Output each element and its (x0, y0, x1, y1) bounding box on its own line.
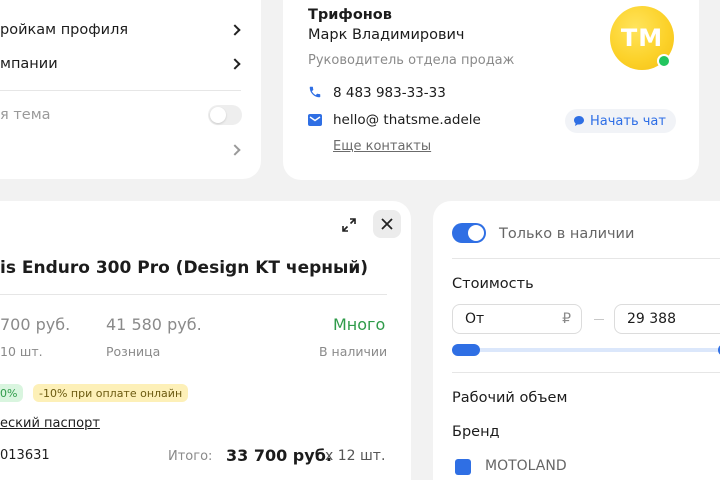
chevron-right-icon (229, 24, 241, 36)
min-quantity: 10 шт. (0, 344, 43, 359)
avatar-initials: ТМ (620, 24, 664, 52)
dark-theme-label: я тема (0, 107, 51, 123)
expand-icon[interactable] (342, 218, 356, 232)
settings-item-company[interactable]: мпании (0, 50, 261, 80)
settings-item-label: мпании (0, 56, 58, 72)
stock-label: В наличии (319, 344, 388, 359)
article-number: 013631 (0, 448, 50, 463)
brand-checkbox[interactable] (455, 459, 471, 475)
price-title: Стоимость (452, 276, 534, 292)
wholesale-price: 700 руб. (0, 315, 71, 334)
start-chat-label: Начать чат (590, 113, 666, 129)
close-icon (381, 218, 393, 230)
product-title: is Enduro 300 Pro (Design KT черный) (0, 258, 369, 278)
total-quantity: x 12 шт. (325, 448, 386, 464)
divider (0, 294, 387, 295)
price-from-placeholder: От (465, 311, 485, 327)
price-to-value: 29 388 (627, 311, 676, 327)
product-card: is Enduro 300 Pro (Design KT черный) 700… (0, 201, 411, 480)
discount-badge: 0% (0, 384, 24, 402)
mail-icon (308, 114, 322, 126)
more-contacts-link[interactable]: Еще контакты (333, 139, 431, 154)
close-button[interactable] (373, 210, 401, 238)
divider (452, 372, 720, 373)
chat-bubble-icon (574, 116, 584, 126)
in-stock-toggle[interactable] (452, 223, 486, 243)
start-chat-button[interactable]: Начать чат (565, 109, 676, 133)
settings-card: ройкам профиля мпании я тема (0, 0, 261, 179)
contact-email[interactable]: hello@ thatsme.adele (333, 112, 481, 128)
divider (0, 90, 241, 91)
divider (452, 258, 720, 259)
chevron-right-icon[interactable] (229, 144, 241, 156)
settings-item-label: ройкам профиля (0, 22, 129, 38)
contact-last-name: Трифонов (308, 7, 392, 23)
settings-item-profile[interactable]: ройкам профиля (0, 16, 261, 46)
brand-option-label[interactable]: MOTOLAND (485, 458, 567, 474)
total-label: Итого: (168, 449, 213, 464)
price-slider-min-handle[interactable] (452, 344, 480, 356)
phone-icon (309, 86, 321, 98)
contact-card: Трифонов Марк Владимирович Руководитель … (283, 0, 699, 180)
contact-first-name: Марк Владимирович (308, 27, 465, 43)
contact-phone[interactable]: 8 483 983-33-33 (333, 85, 446, 101)
contact-role: Руководитель отдела продаж (308, 53, 515, 68)
volume-title[interactable]: Рабочий объем (452, 390, 567, 406)
chevron-right-icon (229, 58, 241, 70)
filter-card: Только в наличии Стоимость От ₽ 29 388 Р… (433, 201, 720, 480)
price-from-input[interactable]: От ₽ (452, 304, 582, 334)
price-slider-track[interactable] (452, 348, 720, 352)
range-dash (594, 319, 604, 320)
in-stock-label: Только в наличии (499, 226, 635, 242)
tech-passport-link[interactable]: еский паспорт (0, 416, 100, 431)
price-to-input[interactable]: 29 388 (614, 304, 720, 334)
online-status-indicator (657, 54, 671, 68)
currency-symbol: ₽ (562, 311, 571, 327)
retail-label: Розница (106, 344, 161, 359)
online-discount-badge: -10% при оплате онлайн (33, 384, 189, 402)
retail-price: 41 580 руб. (106, 315, 202, 334)
brand-title[interactable]: Бренд (452, 424, 500, 440)
stock-value: Много (333, 315, 386, 334)
total-value: 33 700 руб. (226, 446, 332, 465)
dark-theme-toggle[interactable] (208, 105, 242, 125)
